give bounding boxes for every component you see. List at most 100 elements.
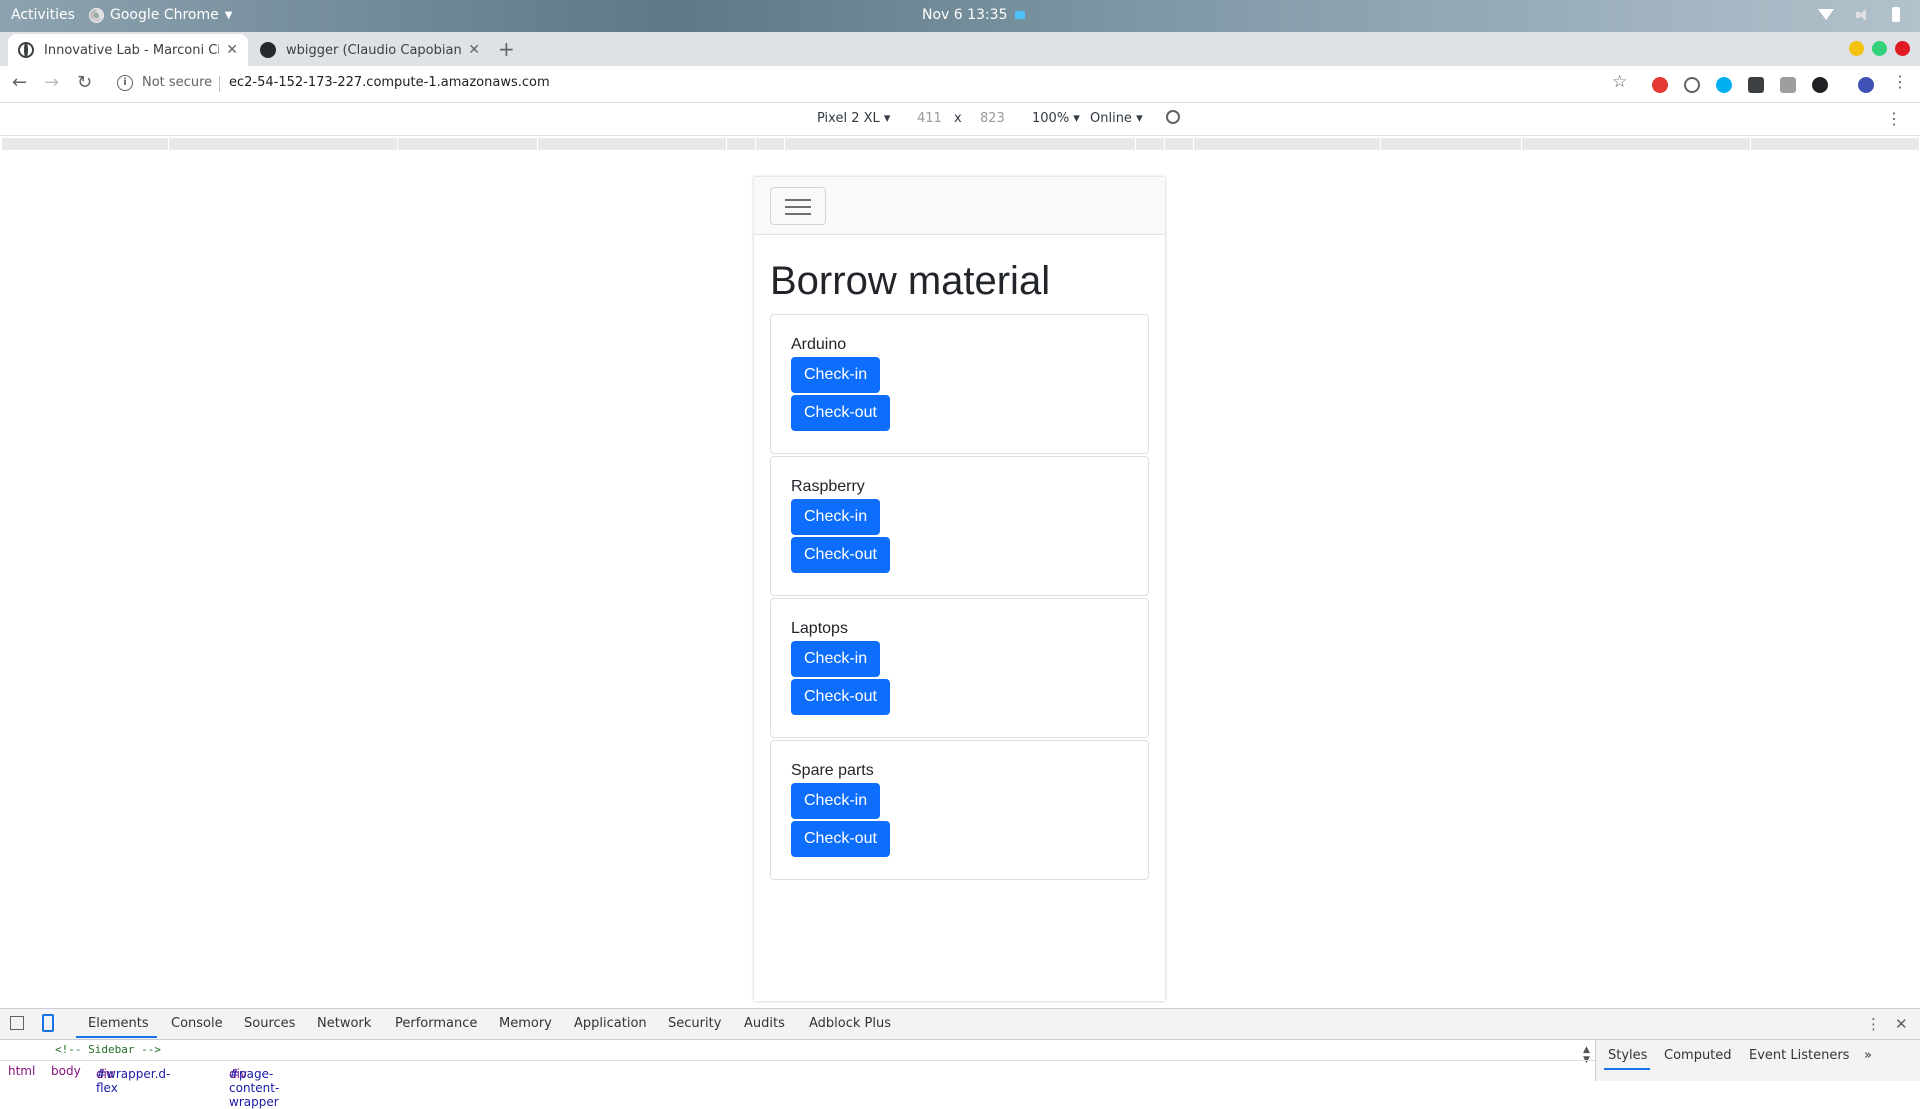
profile-avatar[interactable]	[1858, 77, 1874, 93]
notification-icon	[1015, 11, 1026, 19]
close-icon[interactable]: ✕	[468, 42, 480, 58]
devtools-tab-bar: Elements Console Sources Network Perform…	[0, 1009, 1920, 1040]
forward-arrow-icon[interactable]: →	[44, 72, 59, 93]
material-name: Raspberry	[791, 478, 865, 495]
tab-network[interactable]: Network	[317, 1016, 371, 1031]
extension-icon[interactable]	[1780, 77, 1796, 93]
tab-security[interactable]: Security	[668, 1016, 721, 1031]
media-query-segment[interactable]	[756, 138, 785, 150]
security-label[interactable]: Not secure	[142, 75, 212, 90]
chrome-icon	[89, 7, 104, 23]
media-query-segment[interactable]	[1381, 138, 1522, 150]
hamburger-icon	[785, 213, 811, 215]
extension-icon[interactable]	[1748, 77, 1764, 93]
app-menu-label: Google Chrome	[110, 7, 219, 23]
github-icon	[260, 42, 276, 58]
device-select[interactable]: Pixel 2 XL ▾	[817, 111, 890, 126]
media-query-segment[interactable]	[1751, 138, 1920, 150]
media-query-segment[interactable]	[1194, 138, 1381, 150]
breadcrumb-id: #wrapper.d-flex	[96, 1067, 171, 1095]
width-input[interactable]: 411	[917, 111, 942, 126]
block-icon[interactable]	[1684, 77, 1700, 93]
close-icon[interactable]: ✕	[226, 42, 238, 58]
check-out-button[interactable]: Check-out	[791, 537, 890, 573]
tab-title: Innovative Lab - Marconi Civit	[44, 42, 219, 58]
media-query-bar[interactable]	[0, 136, 1920, 154]
tab-adblock-plus[interactable]: Adblock Plus	[809, 1016, 891, 1031]
tab-github[interactable]: wbigger (Claudio Capobianco ✕	[250, 34, 490, 66]
tab-application[interactable]: Application	[574, 1016, 647, 1031]
media-query-segment[interactable]	[538, 138, 727, 150]
breadcrumb-item[interactable]: html	[8, 1064, 35, 1078]
media-query-segment[interactable]	[727, 138, 756, 150]
minimize-button[interactable]	[1849, 41, 1864, 56]
tab-sources[interactable]: Sources	[244, 1016, 295, 1031]
check-in-button[interactable]: Check-in	[791, 499, 881, 535]
tab-audits[interactable]: Audits	[744, 1016, 785, 1031]
hamburger-menu-button[interactable]	[770, 187, 826, 225]
extension-icon[interactable]	[1812, 77, 1828, 93]
tab-console[interactable]: Console	[171, 1016, 223, 1031]
star-icon[interactable]: ☆	[1612, 72, 1627, 92]
skype-icon[interactable]	[1716, 77, 1732, 93]
check-in-button[interactable]: Check-in	[791, 641, 881, 677]
reload-icon[interactable]: ↻	[77, 72, 92, 93]
material-card-laptops: Laptops Check-in Check-out	[770, 598, 1149, 738]
new-tab-button[interactable]: +	[498, 37, 515, 61]
breadcrumb-id: #page-content-wrapper	[229, 1067, 280, 1109]
clock[interactable]: Nov 6 13:35	[922, 7, 1026, 23]
media-query-segment[interactable]	[398, 138, 538, 150]
wifi-icon	[1818, 9, 1834, 20]
media-query-segment[interactable]	[1522, 138, 1751, 150]
material-name: Spare parts	[791, 762, 874, 779]
zoom-select[interactable]: 100% ▾	[1032, 111, 1080, 126]
media-query-segment[interactable]	[169, 138, 398, 150]
inspect-element-icon[interactable]	[10, 1016, 24, 1030]
check-in-button[interactable]: Check-in	[791, 783, 881, 819]
media-query-segment[interactable]	[1165, 138, 1194, 150]
check-out-button[interactable]: Check-out	[791, 395, 890, 431]
tab-performance[interactable]: Performance	[395, 1016, 477, 1031]
breadcrumb-item[interactable]: body	[51, 1064, 81, 1078]
check-in-button[interactable]: Check-in	[791, 357, 881, 393]
material-card-arduino: Arduino Check-in Check-out	[770, 314, 1149, 454]
info-icon[interactable]: i	[117, 75, 133, 91]
system-top-bar: Activities Google Chrome ▼ Nov 6 13:35	[0, 0, 1920, 32]
address-bar[interactable]: ec2-54-152-173-227.compute-1.amazonaws.c…	[229, 75, 550, 90]
volume-icon	[1856, 8, 1870, 21]
check-out-button[interactable]: Check-out	[791, 679, 890, 715]
more-tabs-icon[interactable]: »	[1864, 1048, 1872, 1063]
adblock-icon[interactable]	[1652, 77, 1668, 93]
menu-kebab-icon[interactable]: ⋮	[1892, 72, 1908, 91]
media-query-segment[interactable]	[785, 138, 1136, 150]
menu-kebab-icon[interactable]: ⋮	[1866, 1015, 1881, 1033]
material-card-raspberry: Raspberry Check-in Check-out	[770, 456, 1149, 596]
back-arrow-icon[interactable]: ←	[12, 72, 27, 93]
breadcrumb: html body div #wrapper.d-flex div #page-co…	[0, 1060, 1595, 1109]
tab-event-listeners[interactable]: Event Listeners	[1749, 1048, 1849, 1063]
active-tab-indicator	[1604, 1068, 1650, 1070]
material-list: Arduino Check-in Check-out Raspberry Che…	[770, 314, 1149, 882]
activities-button[interactable]: Activities	[11, 7, 75, 23]
tab-elements[interactable]: Elements	[88, 1016, 149, 1031]
tab-styles[interactable]: Styles	[1608, 1048, 1647, 1063]
media-query-segment[interactable]	[1136, 138, 1165, 150]
tab-memory[interactable]: Memory	[499, 1016, 552, 1031]
close-icon[interactable]: ✕	[1895, 1015, 1908, 1033]
close-window-button[interactable]	[1895, 41, 1910, 56]
media-query-segment[interactable]	[2, 138, 169, 150]
system-tray[interactable]	[1818, 7, 1900, 22]
zoom-select-label: 100%	[1032, 111, 1070, 126]
app-menu[interactable]: Google Chrome ▼	[89, 7, 232, 23]
dom-tree-line[interactable]: <!-- Sidebar -->	[55, 1043, 161, 1056]
tab-innovative-lab[interactable]: Innovative Lab - Marconi Civit ✕	[8, 34, 248, 66]
check-out-button[interactable]: Check-out	[791, 821, 890, 857]
throttle-select[interactable]: Online ▾	[1090, 111, 1143, 126]
device-toggle-icon[interactable]	[42, 1014, 54, 1032]
rotate-icon[interactable]	[1166, 110, 1180, 124]
height-input[interactable]: 823	[980, 111, 1005, 126]
tab-computed[interactable]: Computed	[1664, 1048, 1732, 1063]
maximize-button[interactable]	[1872, 41, 1887, 56]
device-viewport: Borrow material Arduino Check-in Check-o…	[754, 177, 1165, 1001]
menu-kebab-icon[interactable]: ⋮	[1886, 109, 1902, 128]
